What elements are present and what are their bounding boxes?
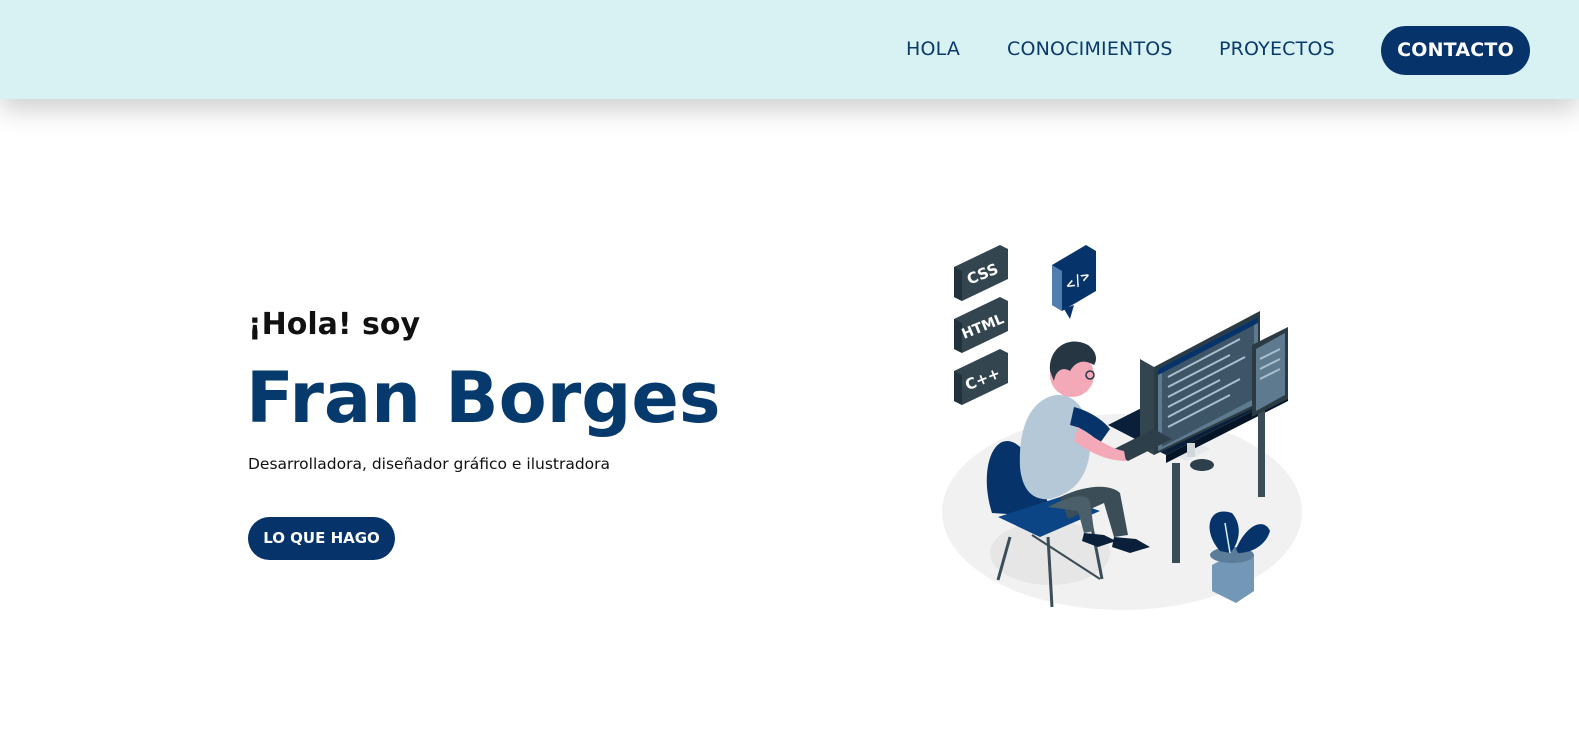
nav-links: HOLA CONOCIMIENTOS PROYECTOS CONTACTO — [0, 0, 1579, 99]
nav-link-hola[interactable]: HOLA — [906, 38, 960, 60]
nav-link-conocimientos[interactable]: CONOCIMIENTOS — [1007, 38, 1173, 60]
html-tag: HTML — [954, 297, 1008, 353]
nav-link-proyectos[interactable]: PROYECTOS — [1219, 38, 1335, 60]
code-bubble-icon: </> — [1052, 245, 1096, 319]
cpp-tag: C++ — [954, 349, 1008, 405]
navbar: HOLA CONOCIMIENTOS PROYECTOS CONTACTO — [0, 0, 1579, 99]
css-tag: CSS — [954, 245, 1008, 301]
hero-section: ¡Hola! soy Fran Borges Desarrolladora, d… — [0, 99, 1579, 745]
contact-button[interactable]: CONTACTO — [1381, 26, 1530, 75]
hero-name: Fran Borges — [246, 357, 721, 439]
hero-subtitle: Desarrolladora, diseñador gráfico e ilus… — [248, 455, 611, 473]
hero-greeting: ¡Hola! soy — [248, 307, 421, 342]
developer-illustration: CSS HTML C++ </> — [942, 245, 1302, 610]
what-i-do-button[interactable]: LO QUE HAGO — [248, 517, 395, 560]
